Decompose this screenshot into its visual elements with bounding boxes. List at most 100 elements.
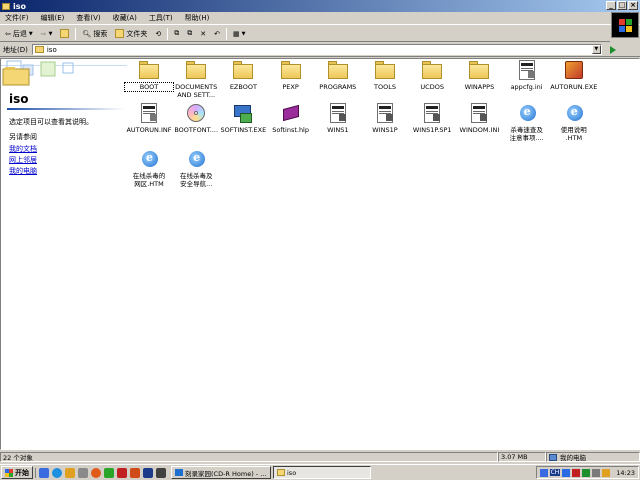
file-name: WINAPPS — [464, 83, 495, 91]
file-name: AUTORUN.INF — [126, 126, 172, 134]
tray-app-icon[interactable] — [562, 468, 571, 477]
file-name: Softinst.hlp — [272, 126, 309, 134]
input-language-indicator[interactable]: CH — [549, 469, 561, 476]
file-name: WINS1 — [327, 126, 349, 134]
forward-button[interactable]: ⇨ ▼ — [39, 30, 55, 38]
move-to-button[interactable]: ⧉ — [172, 29, 181, 38]
maximize-button[interactable]: □ — [617, 1, 627, 10]
app-icon[interactable] — [143, 467, 153, 478]
outlook-icon[interactable] — [65, 467, 75, 478]
see-also-heading: 另请参阅 — [9, 133, 37, 141]
go-button[interactable] — [606, 44, 620, 55]
file-item[interactable]: Softinst.hlp — [269, 102, 313, 134]
menu-help[interactable]: 帮助(H) — [185, 13, 210, 23]
task-cd-r-home[interactable]: 刻录家园(CD-R Home) - ... — [171, 466, 271, 479]
file-item[interactable]: BOOTFONT.... — [174, 102, 218, 134]
app-icon[interactable] — [156, 467, 166, 478]
toolbar-separator — [167, 27, 169, 40]
file-name: WINS1P.SP1 — [412, 126, 452, 134]
file-item[interactable]: PEXP — [269, 59, 313, 91]
close-button[interactable]: × — [628, 1, 638, 10]
file-item[interactable]: BOOT — [124, 59, 174, 92]
file-name: 使用说明 .HTM — [560, 126, 587, 142]
tray-app-icon[interactable] — [539, 468, 548, 477]
tray-app-icon[interactable] — [602, 468, 611, 477]
link-my-documents[interactable]: 我的文档 — [9, 144, 37, 154]
file-item[interactable]: e 在线杀毒的 网区.HTM — [127, 148, 171, 188]
file-item[interactable]: AUTORUN.INF — [126, 102, 172, 134]
copy-to-button[interactable]: ⧉ — [185, 29, 194, 38]
file-item[interactable]: EZBOOT — [221, 59, 265, 91]
file-name: appcfg.ini — [510, 83, 543, 91]
media-player-icon[interactable] — [78, 467, 88, 478]
internet-explorer-icon[interactable] — [52, 467, 62, 478]
file-item[interactable]: e 使用说明 .HTM — [552, 102, 596, 142]
minimize-button[interactable]: _ — [606, 1, 616, 10]
title-bar[interactable]: iso _ □ × — [0, 0, 640, 12]
config-file-icon — [138, 102, 160, 124]
folder-icon — [468, 59, 490, 81]
app-icon[interactable] — [130, 467, 140, 478]
undo-button[interactable]: ↶ — [212, 30, 222, 38]
up-folder-button[interactable] — [58, 29, 71, 38]
views-button[interactable]: ▦ ▼ — [231, 30, 247, 38]
file-item[interactable]: DOCUMENTS AND SETT... — [174, 59, 218, 99]
tray-app-icon[interactable] — [572, 468, 581, 477]
link-my-computer[interactable]: 我的电脑 — [9, 166, 37, 176]
menu-favorites[interactable]: 收藏(A) — [113, 13, 137, 23]
history-icon: ⟲ — [155, 29, 162, 38]
file-item[interactable]: SOFTINST.EXE — [221, 102, 266, 134]
disc-icon — [185, 102, 207, 124]
back-button[interactable]: ⇦ 后退 ▼ — [3, 29, 35, 39]
system-file-icon — [327, 102, 349, 124]
menu-view[interactable]: 查看(V) — [76, 13, 100, 23]
folders-button[interactable]: 文件夹 — [113, 29, 149, 39]
file-name: AUTORUN.EXE — [550, 83, 598, 91]
folder-icon — [421, 59, 443, 81]
file-item[interactable]: appcfg.ini — [505, 59, 549, 91]
toolbar-separator — [225, 27, 227, 40]
file-item[interactable]: e 杀毒速查及 注意事项.... — [505, 102, 549, 142]
system-file-icon — [421, 102, 443, 124]
delete-button[interactable]: ✕ — [198, 30, 208, 38]
address-dropdown-button[interactable]: ▼ — [591, 45, 601, 54]
app-icon[interactable] — [104, 467, 114, 478]
file-item[interactable]: PROGRAMS — [316, 59, 360, 91]
menu-file[interactable]: 文件(F) — [5, 13, 29, 23]
file-item[interactable]: UCDOS — [410, 59, 454, 91]
delete-icon: ✕ — [200, 29, 207, 38]
folder-icon — [138, 59, 160, 81]
file-name: 杀毒速查及 注意事项.... — [509, 126, 544, 142]
volume-icon[interactable] — [592, 468, 601, 477]
search-button[interactable]: 🔍︎ 搜索 — [80, 29, 109, 39]
file-item[interactable]: AUTORUN.EXE — [550, 59, 598, 91]
menu-tools[interactable]: 工具(T) — [149, 13, 173, 23]
history-button[interactable]: ⟲ — [153, 30, 163, 38]
windows-flag-icon — [5, 468, 13, 477]
link-network-places[interactable]: 网上邻居 — [9, 155, 37, 165]
task-iso-folder[interactable]: iso — [273, 466, 371, 479]
file-item[interactable]: WINS1P.SP1 — [410, 102, 454, 134]
sidebar-divider — [7, 108, 125, 110]
file-item[interactable]: WINAPPS — [457, 59, 501, 91]
taskbar: 开始 刻录家园(CD-R Home) - ... iso CH 14:23 — [0, 464, 640, 480]
file-item[interactable]: TOOLS — [363, 59, 407, 91]
file-item[interactable]: WINS1 — [316, 102, 360, 134]
task-label: iso — [287, 468, 297, 477]
tray-app-icon[interactable] — [582, 468, 591, 477]
sidebar-banner-graphic — [1, 60, 127, 86]
file-item[interactable]: WINDOM.INI — [457, 102, 501, 134]
menu-edit[interactable]: 编辑(E) — [41, 13, 65, 23]
back-label: 后退 — [12, 29, 27, 38]
file-item[interactable]: e 在线杀毒及 安全导航... — [174, 148, 218, 188]
desktop-icon[interactable] — [39, 467, 49, 478]
file-item[interactable]: WINS1P — [363, 102, 407, 134]
task-label: 刻录家园(CD-R Home) - ... — [185, 469, 267, 478]
address-input[interactable]: iso ▼ — [31, 44, 602, 55]
folder-icon — [374, 59, 396, 81]
folder-icon — [277, 469, 285, 476]
app-icon[interactable] — [91, 467, 101, 478]
start-button[interactable]: 开始 — [1, 466, 33, 479]
clock[interactable]: 14:23 — [616, 469, 635, 477]
app-icon[interactable] — [117, 467, 127, 478]
